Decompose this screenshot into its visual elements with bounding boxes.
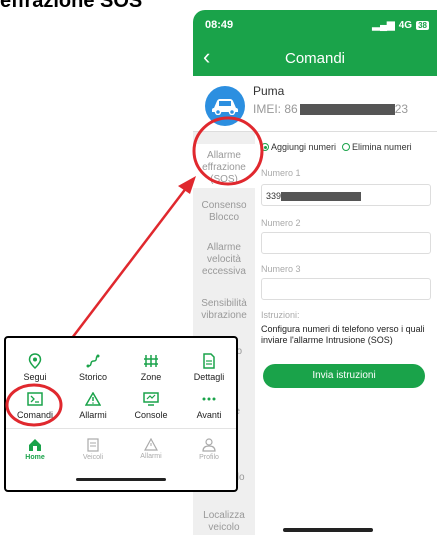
sidebar-item-consenso-blocco[interactable]: Consenso Blocco: [193, 200, 255, 224]
number1-input[interactable]: 339: [261, 184, 431, 206]
tile-label: Dettagli: [193, 372, 225, 382]
tile-storico[interactable]: Storico: [64, 352, 122, 382]
tab-label: Veicoli: [82, 454, 104, 461]
warning-icon: [64, 390, 122, 408]
radio-remove-label: Elimina numeri: [352, 142, 412, 152]
sidebar-item-velocita[interactable]: Allarme velocità eccessiva: [193, 242, 255, 278]
radio-remove[interactable]: [342, 143, 351, 151]
terminal-icon: [6, 390, 64, 408]
divider: [6, 428, 236, 429]
nav-bar: ‹ Comandi: [193, 40, 437, 76]
tile-zone[interactable]: Zone: [122, 352, 180, 382]
number1-label: Numero 1: [261, 168, 301, 178]
tab-label: Allarmi: [140, 453, 162, 460]
more-dots-icon: [180, 390, 238, 408]
sidebar-item-sos[interactable]: Allarme effrazione (SOS): [193, 144, 255, 188]
tile-avanti[interactable]: Avanti: [180, 390, 238, 420]
page-title: Comandi: [284, 49, 346, 67]
tile-label: Comandi: [16, 410, 54, 420]
sidebar-item-localizza[interactable]: Localizza veicolo: [193, 510, 255, 534]
user-icon: [180, 438, 238, 452]
tile-label: Avanti: [196, 410, 222, 420]
tab-allarmi[interactable]: Allarmi: [122, 438, 180, 460]
location-pin-icon: [6, 352, 64, 370]
number2-label: Numero 2: [261, 218, 301, 228]
network-label: 4G: [398, 19, 413, 31]
vehicle-header: Puma IMEI: 86 23: [193, 76, 437, 132]
vehicle-name: Puma: [253, 84, 285, 98]
tab-home[interactable]: Home: [6, 438, 64, 461]
status-bar: 08:49 ▂▄▆ 4G 38: [193, 10, 437, 40]
tab-label: Profilo: [199, 454, 219, 461]
number3-label: Numero 3: [261, 264, 301, 274]
imei-prefix: IMEI: 86: [253, 102, 298, 116]
status-indicators: ▂▄▆ 4G 38: [372, 20, 429, 31]
redaction-bar: [281, 192, 362, 202]
screenshot: effrazione SOS 08:49 ▂▄▆ 4G 38 ‹ Comandi: [0, 0, 437, 535]
monitor-icon: [122, 390, 180, 408]
route-icon: [64, 352, 122, 370]
tab-veicoli[interactable]: Veicoli: [64, 438, 122, 461]
tile-allarmi[interactable]: Allarmi: [64, 390, 122, 420]
car-icon: [205, 86, 245, 126]
tile-comandi[interactable]: Comandi: [6, 390, 64, 420]
command-form: Aggiungi numeri Elimina numeri Numero 1 …: [257, 132, 437, 535]
caption-text: effrazione SOS: [0, 0, 143, 12]
tile-label: Allarmi: [79, 410, 107, 420]
tile-label: Zone: [140, 372, 162, 382]
back-button[interactable]: ‹: [203, 44, 210, 70]
zoom-panel: Segui Storico Zone Dettagli Comandi Alla…: [4, 336, 238, 492]
mode-radio-group: Aggiungi numeri Elimina numeri: [261, 142, 412, 152]
home-indicator: [283, 528, 373, 532]
signal-icon: ▂▄▆: [372, 19, 395, 31]
send-button[interactable]: Invia istruzioni: [263, 364, 425, 388]
instructions-text: Configura numeri di telefono verso i qua…: [261, 324, 425, 345]
sidebar-item-vibrazione[interactable]: Sensibilità vibrazione: [193, 298, 255, 322]
redaction-bar: [299, 104, 395, 116]
list-icon: [64, 438, 122, 452]
fence-icon: [122, 352, 180, 370]
tab-profilo[interactable]: Profilo: [180, 438, 238, 461]
battery-icon: 38: [416, 20, 429, 30]
vehicle-imei: IMEI: 86 23: [253, 102, 408, 116]
tile-label: Storico: [78, 372, 107, 382]
home-indicator: [76, 478, 166, 481]
tile-dettagli[interactable]: Dettagli: [180, 352, 238, 382]
instructions-label: Istruzioni:: [261, 310, 300, 320]
number1-value: 339: [266, 191, 282, 201]
tile-label: Console: [134, 410, 168, 420]
tab-label: Home: [25, 454, 45, 461]
tile-console[interactable]: Console: [122, 390, 180, 420]
status-time: 08:49: [205, 19, 234, 31]
document-icon: [180, 352, 238, 370]
radio-add[interactable]: [261, 143, 269, 151]
tile-label: Segui: [23, 372, 47, 382]
radio-add-label: Aggiungi numeri: [271, 142, 337, 152]
home-icon: [6, 438, 64, 452]
tile-segui[interactable]: Segui: [6, 352, 64, 382]
imei-suffix: 23: [394, 102, 409, 116]
number2-input[interactable]: [261, 232, 431, 254]
warning-icon: [122, 438, 180, 451]
number3-input[interactable]: [261, 278, 431, 300]
